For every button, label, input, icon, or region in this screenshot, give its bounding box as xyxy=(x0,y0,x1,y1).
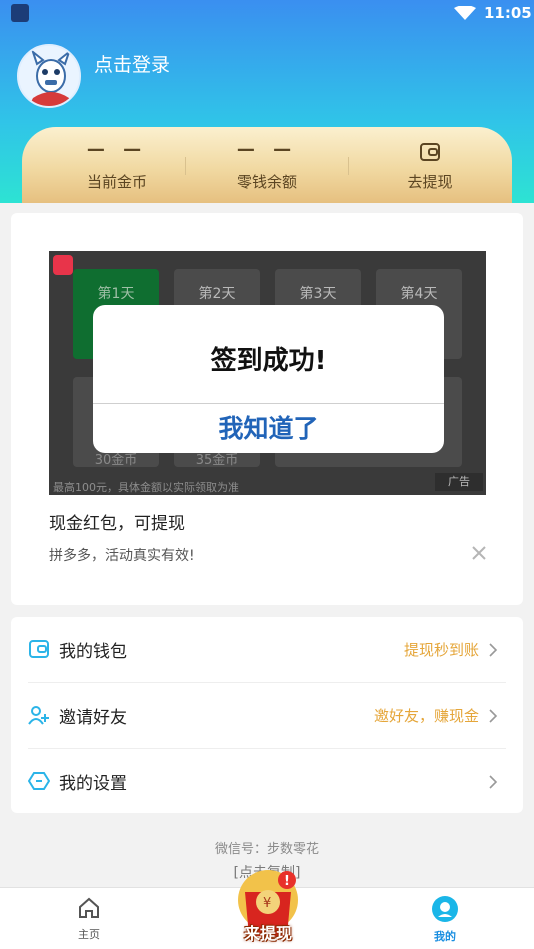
svg-text:!: ! xyxy=(284,874,290,889)
withdraw-label: 去提现 xyxy=(407,173,453,191)
svg-text:¥: ¥ xyxy=(263,896,271,911)
status-bar: 11:05 xyxy=(0,0,534,28)
dialog-divider xyxy=(93,403,444,404)
home-icon xyxy=(79,897,99,918)
current-coins[interactable]: — — 当前金币 xyxy=(42,139,192,192)
status-time: 11:05 xyxy=(484,4,532,22)
avatar[interactable] xyxy=(17,44,81,108)
ad-title[interactable]: 现金红包，可提现 xyxy=(49,509,185,534)
menu-item-label: 邀请好友 xyxy=(59,708,127,728)
divider xyxy=(348,157,349,175)
tab-mine[interactable]: 我的 xyxy=(405,896,485,944)
wallet-icon xyxy=(29,640,49,658)
coins-label: 当前金币 xyxy=(86,173,147,191)
change-balance[interactable]: — — 零钱余额 xyxy=(192,139,342,192)
chevron-right-icon xyxy=(489,643,498,657)
mascot-icon xyxy=(19,46,79,106)
coins-value: — — xyxy=(86,139,148,160)
wallet-summary-card: — — 当前金币 — — 零钱余额 去提现 xyxy=(22,127,512,203)
chevron-right-icon xyxy=(489,709,498,723)
tab-label: 主页 xyxy=(78,928,100,941)
withdraw-icon xyxy=(355,139,505,163)
settings-icon xyxy=(28,772,50,790)
tab-home[interactable]: 主页 xyxy=(49,896,129,942)
menu-item-label: 我的设置 xyxy=(59,774,127,794)
balance-value: — — xyxy=(236,139,298,160)
day-label: 第3天 xyxy=(299,286,337,302)
wechat-id: 微信号：步数零花 xyxy=(214,842,319,857)
balance-label: 零钱余额 xyxy=(236,173,297,191)
header: 11:05 点击登录 — — 当前金币 — — 零钱余额 去提现 xyxy=(0,0,534,203)
day-label: 第2天 xyxy=(198,286,236,302)
pinduoduo-logo-icon xyxy=(53,255,73,275)
menu-item-hint: 邀好友，赚现金 xyxy=(373,707,479,725)
login-link[interactable]: 点击登录 xyxy=(94,50,170,77)
dialog-confirm-button[interactable]: 我知道了 xyxy=(93,409,444,445)
wifi-icon xyxy=(454,6,476,20)
profile-icon xyxy=(432,896,458,922)
dialog-title: 签到成功! xyxy=(210,346,327,376)
menu-item-invite[interactable]: 邀请好友 邀好友，赚现金 xyxy=(11,683,523,748)
tab-label: 来提现 xyxy=(243,924,292,943)
chevron-right-icon xyxy=(489,775,498,789)
ad-description: 拼多多，活动真实有效! xyxy=(49,548,195,564)
app-notification-icon xyxy=(11,4,29,22)
day-label: 第1天 xyxy=(97,286,135,302)
add-friend-icon xyxy=(28,706,49,725)
withdraw-entry[interactable]: 去提现 xyxy=(355,139,505,192)
tab-withdraw-center-button[interactable]: ¥ ! 来提现 xyxy=(229,862,307,946)
menu-item-hint: 提现秒到账 xyxy=(403,641,479,659)
ad-badge-label: 广告 xyxy=(448,475,470,488)
day-label: 第4天 xyxy=(400,286,438,302)
menu-card: 我的钱包 提现秒到账 邀请好友 邀好友，赚现金 我的设置 xyxy=(11,617,523,813)
ad-footnote: 最高100元，具体金额以实际领取为准 xyxy=(53,481,239,494)
menu-item-settings[interactable]: 我的设置 xyxy=(11,749,523,814)
divider xyxy=(185,157,186,175)
ad-badge: 广告 xyxy=(435,473,483,491)
checkin-success-dialog: 签到成功! 我知道了 xyxy=(93,305,444,453)
menu-item-wallet[interactable]: 我的钱包 提现秒到账 xyxy=(11,617,523,682)
tab-label: 我的 xyxy=(434,930,456,943)
menu-item-label: 我的钱包 xyxy=(59,642,127,662)
close-icon[interactable] xyxy=(469,543,489,563)
